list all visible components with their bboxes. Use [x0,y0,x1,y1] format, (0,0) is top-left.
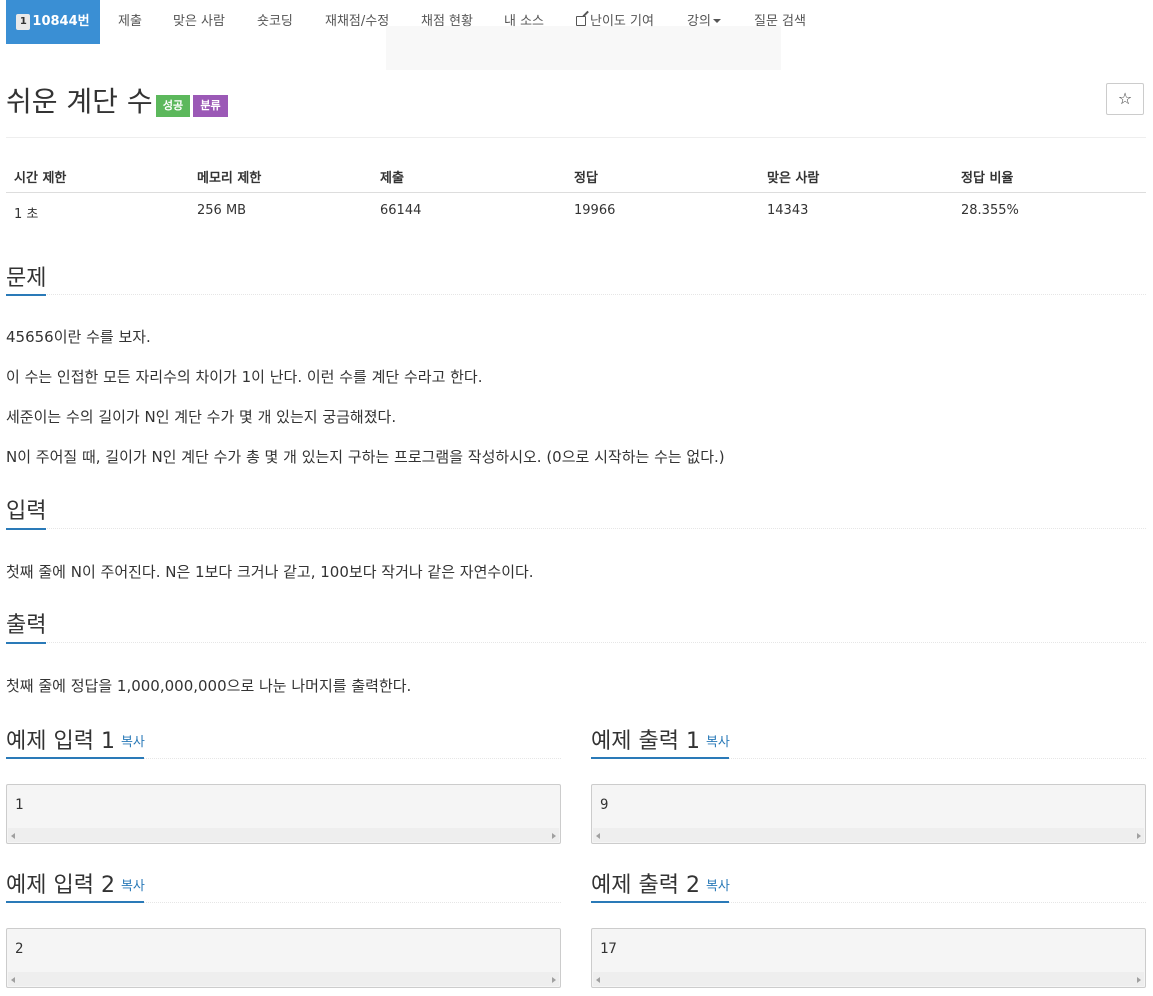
faded-notification [386,26,781,70]
problem-paragraph-1: 45656이란 수를 보자. [6,328,151,346]
sample-output-2-box[interactable]: 17 [591,928,1146,988]
favorite-star-button[interactable]: ☆ [1106,83,1144,115]
horizontal-scrollbar[interactable] [593,972,1144,986]
sample-input-2-heading: 예제 입력 2 복사 [6,873,145,898]
td-ratio: 28.355% [961,203,1019,218]
copy-sample-output-2-button[interactable]: 복사 [706,879,730,894]
scroll-left-icon[interactable] [11,977,15,983]
copy-sample-output-1-button[interactable]: 복사 [706,735,730,750]
sample-output-1-heading: 예제 출력 1 복사 [591,729,730,754]
external-link-icon [576,16,586,26]
input-heading: 입력 [6,499,47,524]
th-accepted: 정답 [574,171,598,186]
output-heading: 출력 [6,613,47,638]
title-divider [6,137,1146,138]
table-header-divider [6,192,1146,193]
input-heading-line [6,528,1146,530]
th-ratio: 정답 비율 [961,171,1014,186]
sample-output-1-value: 9 [600,797,609,813]
problem-paragraph-2: 이 수는 인접한 모든 자리수의 차이가 1이 난다. 이런 수를 계단 수라고… [6,368,483,386]
category-label[interactable]: 분류 [193,95,228,117]
output-heading-line [6,642,1146,644]
sample-output-2-underline [591,901,729,903]
success-label: 성공 [156,95,190,117]
td-submissions: 66144 [380,203,422,218]
scroll-left-icon[interactable] [11,833,15,839]
nav-submit[interactable]: 제출 [118,0,142,44]
horizontal-scrollbar[interactable] [593,828,1144,842]
scroll-right-icon[interactable] [552,977,556,983]
sample-input-2-box[interactable]: 2 [6,928,561,988]
scroll-right-icon[interactable] [552,833,556,839]
nav-short-coding[interactable]: 숏코딩 [257,0,293,44]
th-submissions: 제출 [380,171,404,186]
scroll-left-icon[interactable] [596,833,600,839]
sample-input-1-underline [6,757,144,759]
nav-rejudge[interactable]: 재채점/수정 [325,0,389,44]
sample-output-2-value: 17 [600,941,617,957]
input-heading-underline [6,528,46,530]
sample-output-1-underline [591,757,729,759]
td-memory-limit: 256 MB [197,203,247,218]
sample-output-1-box[interactable]: 9 [591,784,1146,844]
sample-output-2-heading: 예제 출력 2 복사 [591,873,730,898]
th-time-limit: 시간 제한 [14,171,67,186]
sample-input-1-heading: 예제 입력 1 복사 [6,729,145,754]
scroll-right-icon[interactable] [1137,977,1141,983]
horizontal-scrollbar[interactable] [8,972,559,986]
th-memory-limit: 메모리 제한 [197,171,262,186]
difficulty-icon: 1 [16,14,31,30]
input-text: 첫째 줄에 N이 주어진다. N은 1보다 크거나 같고, 100보다 작거나 … [6,563,534,581]
th-accepted-users: 맞은 사람 [767,171,820,186]
page-title: 쉬운 계단 수 [6,85,153,118]
copy-sample-input-2-button[interactable]: 복사 [121,879,145,894]
sample-input-2-underline [6,901,144,903]
problem-heading: 문제 [6,266,47,291]
nav-accepted-users[interactable]: 맞은 사람 [173,0,225,44]
sample-input-1-box[interactable]: 1 [6,784,561,844]
problem-paragraph-3: 세준이는 수의 길이가 N인 계단 수가 몇 개 있는지 궁금해졌다. [6,408,397,426]
nav-problem-number[interactable]: 1 10844번 [6,0,100,44]
problem-heading-underline [6,294,46,296]
td-accepted-users: 14343 [767,203,809,218]
output-text: 첫째 줄에 정답을 1,000,000,000으로 나눈 나머지를 출력한다. [6,677,412,695]
copy-sample-input-1-button[interactable]: 복사 [121,735,145,750]
problem-heading-line [6,294,1146,296]
star-icon: ☆ [1117,89,1133,108]
horizontal-scrollbar[interactable] [8,828,559,842]
td-accepted: 19966 [574,203,616,218]
sample-input-1-value: 1 [15,797,24,813]
caret-down-icon [712,19,721,23]
output-heading-underline [6,642,46,644]
scroll-left-icon[interactable] [596,977,600,983]
scroll-right-icon[interactable] [1137,833,1141,839]
td-time-limit: 1 초 [14,207,39,222]
sample-input-2-value: 2 [15,941,24,957]
problem-paragraph-4: N이 주어질 때, 길이가 N인 계단 수가 총 몇 개 있는지 구하는 프로그… [6,448,725,466]
